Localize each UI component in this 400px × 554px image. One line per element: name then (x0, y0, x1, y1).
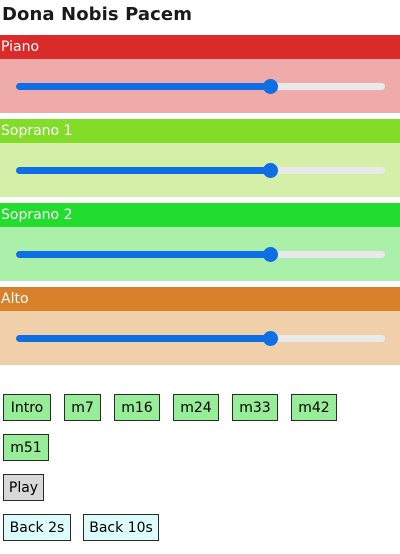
volume-slider[interactable] (16, 247, 385, 262)
page-title: Dona Nobis Pacem (2, 4, 193, 25)
slider-thumb[interactable] (262, 163, 278, 178)
slider-fill (16, 251, 271, 258)
marker-button-m7[interactable]: m7 (64, 394, 101, 421)
part-panel-alto: Alto (0, 287, 400, 365)
volume-slider[interactable] (16, 163, 385, 178)
part-body (0, 311, 400, 365)
part-body (0, 59, 400, 113)
marker-button-m16[interactable]: m16 (114, 394, 160, 421)
part-panel-soprano-1: Soprano 1 (0, 119, 400, 197)
slider-fill (16, 335, 271, 342)
part-body (0, 227, 400, 281)
part-header: Soprano 2 (0, 203, 400, 227)
part-panel-soprano-2: Soprano 2 (0, 203, 400, 281)
slider-thumb[interactable] (262, 331, 278, 346)
marker-button-m42[interactable]: m42 (291, 394, 337, 421)
part-header: Alto (0, 287, 400, 311)
back-2s-button[interactable]: Back 2s (3, 514, 71, 541)
marker-button-intro[interactable]: Intro (3, 394, 51, 421)
slider-fill (16, 83, 271, 90)
volume-slider[interactable] (16, 79, 385, 94)
part-panel-piano: Piano (0, 35, 400, 113)
part-body (0, 143, 400, 197)
slider-thumb[interactable] (262, 79, 278, 94)
marker-button-m51[interactable]: m51 (3, 434, 49, 461)
volume-slider[interactable] (16, 331, 385, 346)
part-header: Soprano 1 (0, 119, 400, 143)
part-header: Piano (0, 35, 400, 59)
slider-fill (16, 167, 271, 174)
marker-button-m33[interactable]: m33 (232, 394, 278, 421)
play-button[interactable]: Play (3, 474, 44, 501)
back-10s-button[interactable]: Back 10s (83, 514, 159, 541)
marker-button-m24[interactable]: m24 (173, 394, 219, 421)
slider-thumb[interactable] (262, 247, 278, 262)
